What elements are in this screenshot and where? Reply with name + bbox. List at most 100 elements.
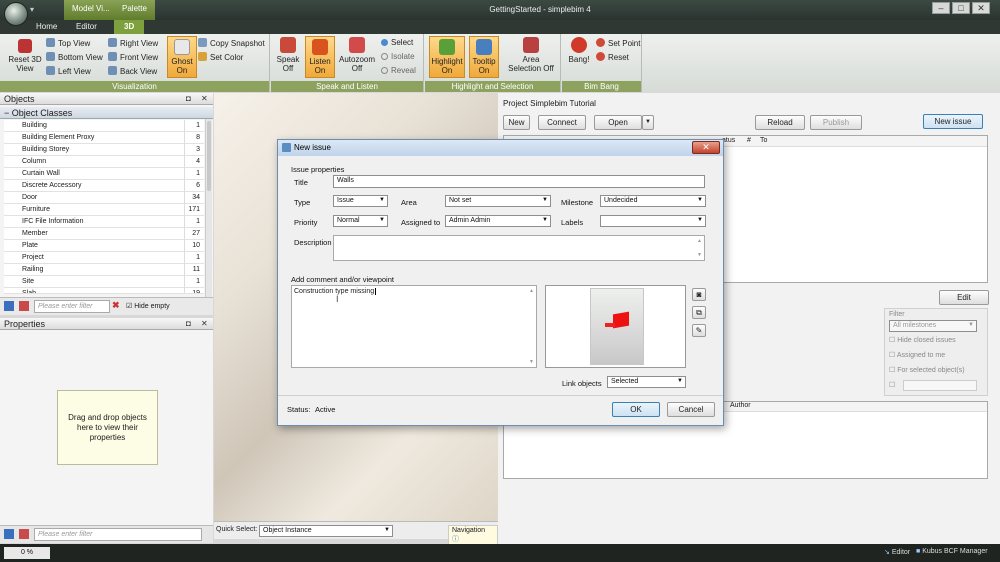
pin-icon[interactable]: ◘: [186, 94, 191, 103]
set-point-button[interactable]: Set Point: [596, 38, 640, 48]
minimize-button[interactable]: –: [932, 2, 950, 14]
viewpoint-preview[interactable]: [545, 285, 686, 368]
clear-filter-icon[interactable]: ✖: [112, 300, 120, 311]
object-classes-header[interactable]: − Object Classes: [0, 107, 213, 119]
tooltip-toggle-button[interactable]: Tooltip On: [469, 36, 499, 78]
bcf-connect-button[interactable]: Connect: [538, 115, 586, 130]
properties-filter-input[interactable]: Please enter filter: [34, 528, 202, 541]
assigned-to-me-checkbox[interactable]: ☐ Assigned to me: [889, 351, 945, 359]
reset-3d-view-button[interactable]: Reset 3D View: [8, 37, 42, 73]
object-class-row[interactable]: Building 1: [4, 120, 204, 132]
speak-toggle-button[interactable]: Speak Off: [273, 37, 303, 73]
bang-button[interactable]: Bang!: [564, 37, 594, 64]
object-class-row[interactable]: Door 34: [4, 192, 204, 204]
scrollbar-thumb[interactable]: [207, 121, 211, 191]
ghost-toggle-button[interactable]: Ghost On: [167, 36, 197, 78]
copy-snapshot-button[interactable]: Copy Snapshot: [198, 38, 265, 48]
description-textarea[interactable]: ▲ ▼: [333, 235, 705, 261]
maximize-button[interactable]: □: [952, 2, 970, 14]
window-close-button[interactable]: ✕: [972, 2, 990, 14]
open-dropdown-arrow[interactable]: ▼: [642, 115, 654, 130]
autozoom-toggle-button[interactable]: Autozoom Off: [337, 37, 377, 73]
navigation-button[interactable]: Navigation ⓘ: [448, 525, 498, 546]
object-class-row[interactable]: Building Storey 3: [4, 144, 204, 156]
labels-dropdown[interactable]: ▼: [600, 215, 706, 227]
object-class-row[interactable]: Furniture 171: [4, 204, 204, 216]
object-class-row[interactable]: IFC File Information 1: [4, 216, 204, 228]
status-bcf-manager[interactable]: ■ Kubus BCF Manager: [916, 548, 988, 555]
object-class-row[interactable]: Slab 19: [4, 288, 204, 294]
bottom-view-button[interactable]: Bottom View: [46, 52, 103, 62]
milestone-dropdown[interactable]: Undecided ▼: [600, 195, 706, 207]
object-class-row[interactable]: Member 27: [4, 228, 204, 240]
for-selected-checkbox[interactable]: ☐ For selected object(s): [889, 366, 965, 374]
panel-close-icon[interactable]: ✕: [201, 94, 208, 103]
listen-toggle-button[interactable]: Listen On: [305, 36, 335, 78]
set-color-button[interactable]: Set Color: [198, 52, 243, 62]
object-class-row[interactable]: Railing 11: [4, 264, 204, 276]
ok-button[interactable]: OK: [612, 402, 660, 417]
select-radio[interactable]: Select: [381, 38, 413, 47]
pin-icon[interactable]: ◘: [186, 319, 191, 328]
edit-icon[interactable]: ✎: [692, 324, 706, 337]
back-view-button[interactable]: Back View: [108, 66, 157, 76]
scroll-up-icon[interactable]: ▲: [697, 238, 702, 244]
properties-drop-zone[interactable]: Drag and drop objects here to view their…: [57, 390, 158, 465]
context-tab-palette[interactable]: Palette: [114, 0, 155, 20]
edit-button[interactable]: Edit: [939, 290, 989, 305]
hide-closed-checkbox[interactable]: ☐ Hide closed issues: [889, 336, 956, 344]
filter-icon[interactable]: [4, 301, 14, 311]
bang-reset-button[interactable]: Reset: [596, 52, 629, 62]
column-author[interactable]: Author: [730, 402, 751, 409]
tab-home[interactable]: Home: [26, 20, 67, 34]
panel-close-icon[interactable]: ✕: [201, 319, 208, 328]
hide-empty-checkbox[interactable]: ☑ Hide empty: [126, 302, 170, 310]
tab-editor[interactable]: Editor: [66, 20, 107, 34]
type-dropdown[interactable]: Issue ▼: [333, 195, 388, 207]
object-class-row[interactable]: Curtain Wall 1: [4, 168, 204, 180]
bcf-reload-button[interactable]: Reload: [755, 115, 805, 130]
title-input[interactable]: Walls: [333, 175, 705, 188]
highlight-toggle-button[interactable]: Highlight On: [429, 36, 465, 78]
right-view-button[interactable]: Right View: [108, 38, 158, 48]
milestone-filter-dropdown[interactable]: All milestones ▼: [889, 320, 977, 332]
objects-scrollbar[interactable]: [205, 119, 212, 297]
object-class-row[interactable]: Project 1: [4, 252, 204, 264]
quick-select-dropdown[interactable]: Object Instance ▼: [259, 525, 393, 537]
new-issue-button[interactable]: New issue: [923, 114, 983, 129]
clear-icon[interactable]: [19, 301, 29, 311]
objects-filter-input[interactable]: Please enter filter: [34, 300, 110, 313]
dialog-close-button[interactable]: ✕: [692, 141, 720, 154]
scroll-down-icon[interactable]: ▼: [697, 252, 702, 258]
object-class-row[interactable]: Building Element Proxy 8: [4, 132, 204, 144]
reveal-radio[interactable]: Reveal: [381, 66, 416, 75]
bcf-new-button[interactable]: New: [503, 115, 530, 130]
left-view-button[interactable]: Left View: [46, 66, 91, 76]
context-tab-model-view[interactable]: Model Vi...: [64, 0, 118, 20]
camera-icon[interactable]: ◙: [692, 288, 706, 301]
top-view-button[interactable]: Top View: [46, 38, 90, 48]
quick-access-arrow[interactable]: ▾: [30, 5, 34, 14]
object-class-row[interactable]: Site 1: [4, 276, 204, 288]
area-selection-button[interactable]: Area Selection Off: [505, 37, 557, 73]
isolate-radio[interactable]: Isolate: [381, 52, 415, 61]
cancel-button[interactable]: Cancel: [667, 402, 715, 417]
object-class-row[interactable]: Discrete Accessory 6: [4, 180, 204, 192]
object-class-row[interactable]: Plate 10: [4, 240, 204, 252]
extra-filter-input[interactable]: [903, 380, 977, 391]
comment-textarea[interactable]: Construction type missing ▲ ▼: [291, 285, 537, 368]
clear-icon[interactable]: [19, 529, 29, 539]
extra-filter-checkbox[interactable]: ☐: [889, 381, 895, 389]
status-editor[interactable]: ↘ Editor: [884, 548, 910, 556]
object-class-row[interactable]: Column 4: [4, 156, 204, 168]
area-dropdown[interactable]: Not set ▼: [445, 195, 551, 207]
assigned-to-dropdown[interactable]: Admin Admin ▼: [445, 215, 551, 227]
copy-icon[interactable]: ⧉: [692, 306, 706, 319]
link-objects-dropdown[interactable]: Selected ▼: [607, 376, 686, 388]
scroll-up-icon[interactable]: ▲: [529, 288, 534, 294]
priority-dropdown[interactable]: Normal ▼: [333, 215, 388, 227]
filter-icon[interactable]: [4, 529, 14, 539]
scroll-down-icon[interactable]: ▼: [529, 359, 534, 365]
bcf-open-button[interactable]: Open: [594, 115, 642, 130]
app-menu-orb[interactable]: [4, 2, 28, 26]
